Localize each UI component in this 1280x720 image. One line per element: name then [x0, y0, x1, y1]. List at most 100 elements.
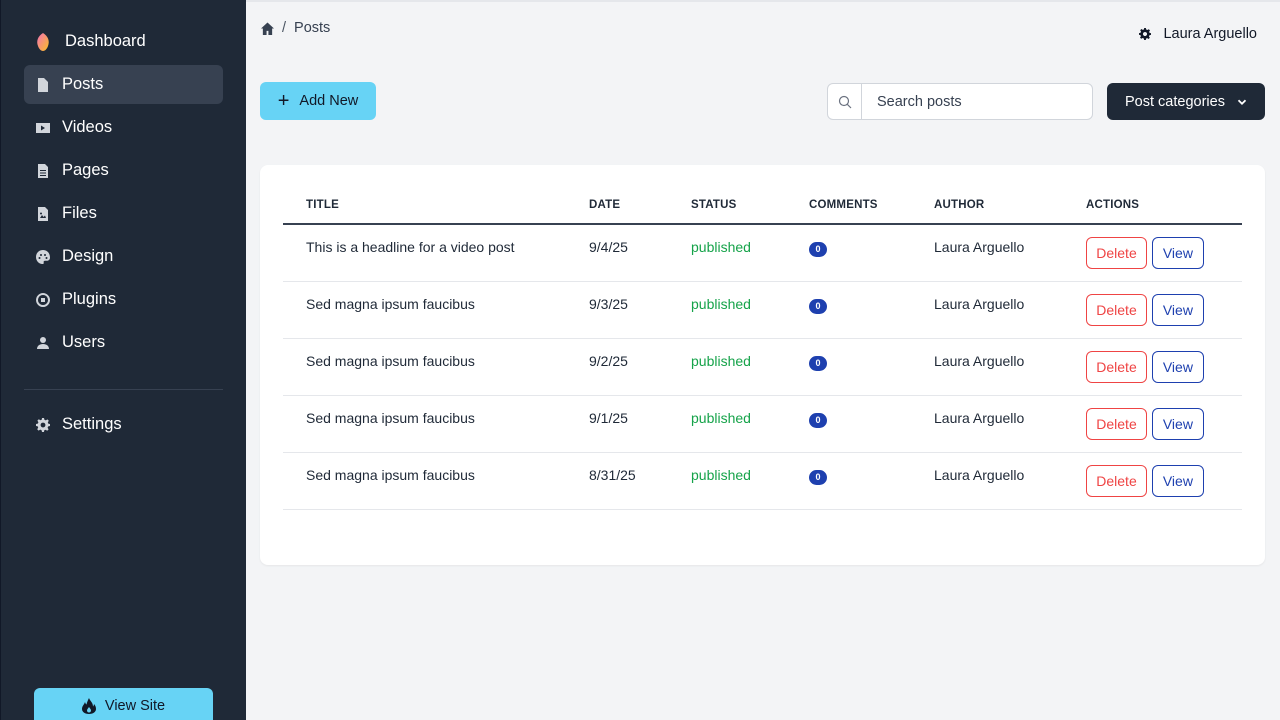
search-input[interactable] — [862, 84, 1092, 119]
view-button[interactable]: View — [1151, 407, 1204, 440]
table-row: Sed magna ipsum faucibus 9/3/25 publishe… — [283, 281, 1242, 339]
sidebar-item-videos[interactable]: Videos — [24, 108, 223, 147]
file-image-icon — [24, 206, 62, 221]
post-status: published — [691, 338, 809, 396]
post-status: published — [691, 452, 809, 510]
view-button[interactable]: View — [1151, 293, 1204, 326]
post-comments: 0 — [809, 338, 934, 396]
sidebar-item-users[interactable]: Users — [24, 323, 223, 362]
sidebar-item-dashboard[interactable]: Dashboard — [24, 22, 223, 61]
delete-button[interactable]: Delete — [1086, 237, 1147, 269]
sidebar-item-label: Dashboard — [65, 32, 146, 50]
post-status: published — [691, 281, 809, 339]
sidebar-item-label: Plugins — [62, 290, 117, 308]
delete-button[interactable]: Delete — [1086, 350, 1147, 383]
breadcrumb-current: Posts — [294, 20, 331, 36]
sidebar-item-settings[interactable]: Settings — [24, 405, 223, 444]
plugin-icon — [24, 292, 62, 307]
post-actions: Delete View — [1086, 224, 1242, 282]
comments-badge: 0 — [809, 355, 827, 371]
view-site-label: View Site — [104, 698, 166, 714]
delete-button[interactable]: Delete — [1086, 407, 1147, 440]
post-actions: Delete View — [1086, 281, 1242, 339]
document-icon — [24, 163, 62, 178]
sidebar-item-posts[interactable]: Posts — [24, 65, 223, 104]
user-menu[interactable]: Laura Arguello — [1139, 26, 1257, 42]
search-icon — [828, 84, 862, 119]
column-header-status[interactable]: STATUS — [691, 187, 809, 225]
breadcrumb: / Posts — [261, 20, 330, 36]
sidebar-item-design[interactable]: Design — [24, 237, 223, 276]
post-date: 9/1/25 — [589, 395, 691, 453]
column-header-date[interactable]: DATE — [589, 187, 691, 225]
sidebar-item-label: Users — [62, 333, 106, 351]
plus-icon: + — [277, 90, 290, 112]
sidebar-item-pages[interactable]: Pages — [24, 151, 223, 190]
view-button[interactable]: View — [1151, 350, 1204, 383]
sidebar-divider — [24, 389, 223, 390]
post-actions: Delete View — [1086, 395, 1242, 453]
post-comments: 0 — [809, 224, 934, 282]
post-categories-dropdown[interactable]: Post categories — [1107, 83, 1265, 120]
post-title[interactable]: Sed magna ipsum faucibus — [283, 452, 589, 510]
post-date: 9/2/25 — [589, 338, 691, 396]
file-icon — [24, 77, 62, 92]
post-date: 9/3/25 — [589, 281, 691, 339]
sidebar-item-plugins[interactable]: Plugins — [24, 280, 223, 319]
table-row: Sed magna ipsum faucibus 9/1/25 publishe… — [283, 395, 1242, 453]
add-new-label: Add New — [299, 93, 359, 109]
sidebar-item-label: Files — [62, 204, 97, 222]
post-author: Laura Arguello — [934, 338, 1086, 396]
delete-button[interactable]: Delete — [1086, 293, 1147, 326]
post-title[interactable]: This is a headline for a video post — [283, 224, 589, 282]
post-status: published — [691, 224, 809, 282]
sidebar-item-label: Settings — [62, 415, 122, 433]
view-site-button[interactable]: View Site — [34, 688, 213, 720]
post-title[interactable]: Sed magna ipsum faucibus — [283, 395, 589, 453]
comments-badge: 0 — [809, 298, 827, 314]
view-button[interactable]: View — [1151, 237, 1204, 269]
add-new-button[interactable]: + Add New — [260, 82, 376, 120]
post-comments: 0 — [809, 281, 934, 339]
view-button[interactable]: View — [1151, 464, 1204, 497]
table-header-row: TITLE DATE STATUS COMMENTS AUTHOR ACTION… — [283, 187, 1242, 225]
comments-badge: 0 — [809, 242, 827, 257]
comments-badge: 0 — [809, 412, 827, 428]
sidebar-item-label: Design — [62, 247, 114, 265]
user-name: Laura Arguello — [1163, 26, 1257, 42]
post-date: 9/4/25 — [589, 224, 691, 282]
post-title[interactable]: Sed magna ipsum faucibus — [283, 338, 589, 396]
post-title[interactable]: Sed magna ipsum faucibus — [283, 281, 589, 339]
gear-icon — [1139, 28, 1152, 40]
sidebar-item-label: Pages — [62, 161, 109, 179]
video-icon — [24, 121, 62, 135]
comments-badge: 0 — [809, 469, 827, 485]
table-row: This is a headline for a video post 9/4/… — [283, 224, 1242, 282]
post-author: Laura Arguello — [934, 452, 1086, 510]
chevron-down-icon — [1237, 99, 1247, 105]
post-comments: 0 — [809, 452, 934, 510]
sidebar-item-files[interactable]: Files — [24, 194, 223, 233]
categories-label: Post categories — [1125, 93, 1225, 110]
column-header-comments[interactable]: COMMENTS — [809, 187, 934, 225]
post-author: Laura Arguello — [934, 281, 1086, 339]
search-box — [827, 83, 1093, 120]
posts-card: TITLE DATE STATUS COMMENTS AUTHOR ACTION… — [260, 165, 1265, 565]
column-header-author[interactable]: AUTHOR — [934, 187, 1086, 225]
sidebar-item-label: Posts — [62, 75, 104, 93]
sidebar: Dashboard Posts Videos Pages Files Desig… — [0, 0, 246, 720]
post-author: Laura Arguello — [934, 395, 1086, 453]
breadcrumb-separator: / — [282, 20, 287, 36]
leaf-logo-icon — [24, 32, 65, 51]
post-actions: Delete View — [1086, 452, 1242, 510]
column-header-title[interactable]: TITLE — [283, 187, 589, 225]
palette-icon — [24, 249, 62, 264]
delete-button[interactable]: Delete — [1086, 464, 1147, 497]
post-status: published — [691, 395, 809, 453]
table-row: Sed magna ipsum faucibus 9/2/25 publishe… — [283, 338, 1242, 396]
post-author: Laura Arguello — [934, 224, 1086, 282]
home-icon[interactable] — [261, 21, 274, 35]
post-comments: 0 — [809, 395, 934, 453]
post-date: 8/31/25 — [589, 452, 691, 510]
column-header-actions: ACTIONS — [1086, 187, 1242, 225]
